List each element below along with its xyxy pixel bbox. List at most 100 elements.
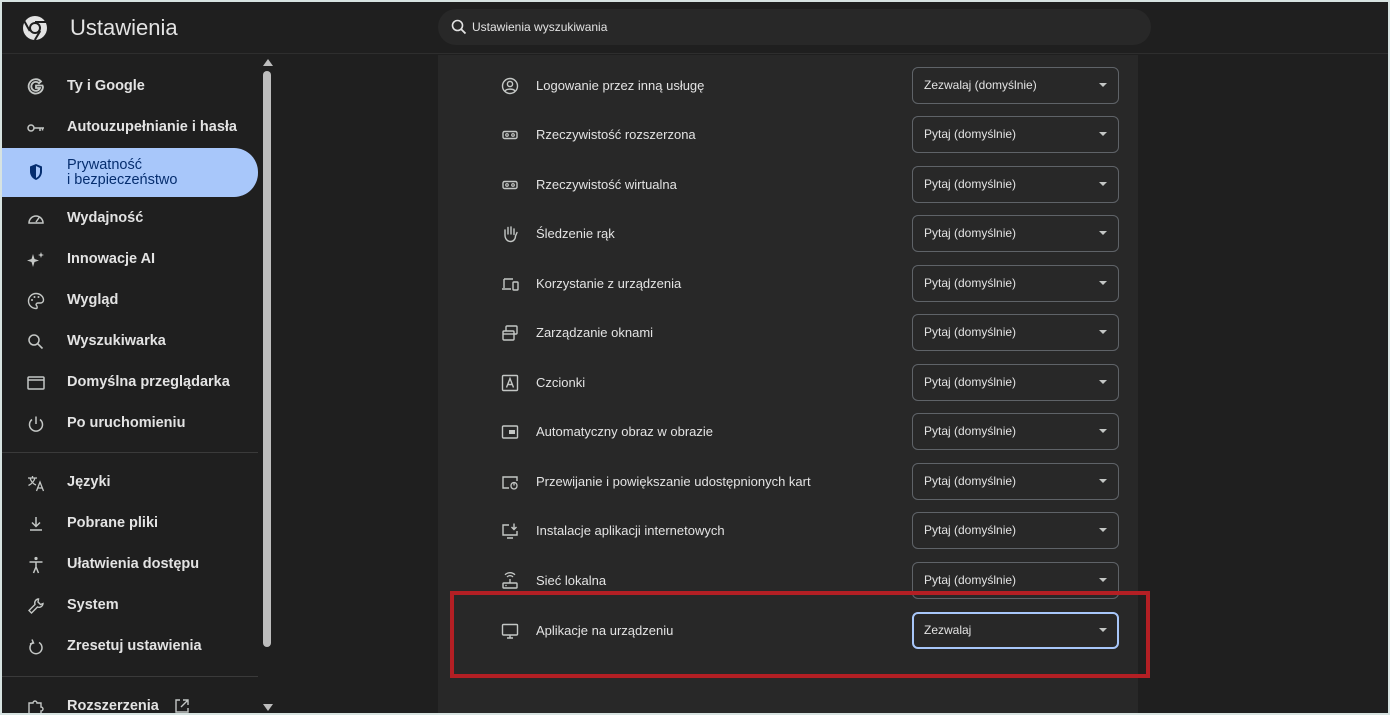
sidebar-item-performance[interactable]: Wydajność (2, 198, 258, 239)
sidebar-item-reset[interactable]: Zresetuj ustawienia (2, 626, 258, 667)
permission-select[interactable]: Pytaj (domyślnie) (912, 265, 1119, 302)
permission-select-value: Pytaj (domyślnie) (924, 177, 1017, 191)
permission-select[interactable]: Pytaj (domyślnie) (912, 314, 1119, 351)
sidebar-item-label: Autouzupełnianie i hasła (67, 119, 237, 135)
sidebar-item-privacy[interactable]: Prywatność i bezpieczeństwo (2, 148, 258, 197)
sidebar-scrollbar[interactable] (260, 55, 274, 713)
search-icon (450, 18, 468, 36)
permission-select[interactable]: Pytaj (domyślnie) (912, 166, 1119, 203)
account-circle-icon (500, 76, 520, 96)
sidebar-item-label: Ułatwienia dostępu (67, 556, 200, 572)
dropdown-arrow-icon (1099, 83, 1107, 87)
permission-select[interactable]: Pytaj (domyślnie) (912, 364, 1119, 401)
reset-icon (26, 637, 46, 657)
permission-row-virtual-reality: Rzeczywistość wirtualna Pytaj (domyślnie… (438, 160, 1138, 209)
dropdown-arrow-icon (1099, 528, 1107, 532)
dropdown-arrow-icon (1099, 429, 1107, 433)
power-icon (26, 414, 46, 434)
permission-select[interactable]: Pytaj (domyślnie) (912, 512, 1119, 549)
permission-select[interactable]: Pytaj (domyślnie) (912, 413, 1119, 450)
dropdown-arrow-icon (1099, 281, 1107, 285)
devices-icon (500, 274, 520, 294)
shield-icon (26, 162, 46, 182)
sidebar-item-extensions[interactable]: Rozszerzenia (2, 686, 258, 713)
sidebar-item-downloads[interactable]: Pobrane pliki (2, 503, 258, 544)
sidebar-item-label: Po uruchomieniu (67, 415, 186, 431)
sidebar-divider (2, 452, 258, 453)
scrollbar-thumb[interactable] (263, 71, 271, 647)
permission-label: Instalacje aplikacji internetowych (536, 523, 725, 538)
sidebar-item-default-browser[interactable]: Domyślna przeglądarka (2, 362, 258, 403)
sidebar-item-label: Języki (67, 474, 111, 490)
sidebar-item-autofill[interactable]: Autouzupełnianie i hasła (2, 107, 258, 148)
permission-row-window-management: Zarządzanie oknami Pytaj (domyślnie) (438, 308, 1138, 357)
accessibility-icon (26, 555, 46, 575)
dropdown-arrow-icon (1099, 380, 1107, 384)
permission-select[interactable]: Pytaj (domyślnie) (912, 116, 1119, 153)
permission-select-value: Pytaj (domyślnie) (924, 424, 1017, 438)
permission-select-value: Pytaj (domyślnie) (924, 474, 1017, 488)
extension-icon (26, 697, 46, 713)
google-g-icon (26, 77, 46, 97)
sidebar-item-accessibility[interactable]: Ułatwienia dostępu (2, 544, 258, 585)
permission-label: Rzeczywistość wirtualna (536, 177, 677, 192)
search-icon (26, 332, 46, 352)
settings-window: Ustawienia Ustawienia wyszukiwania Ty i … (2, 2, 1388, 713)
sidebar-item-languages[interactable]: Języki (2, 462, 258, 503)
search-placeholder: Ustawienia wyszukiwania (472, 20, 608, 34)
scroll-down-arrow-icon[interactable] (263, 704, 273, 711)
permission-row-hand-tracking: Śledzenie rąk Pytaj (domyślnie) (438, 209, 1138, 258)
sidebar-item-label: Zresetuj ustawienia (67, 638, 202, 654)
extensions-label: Rozszerzenia (67, 698, 159, 713)
permission-select-value: Pytaj (domyślnie) (924, 325, 1017, 339)
sidebar-item-label: Prywatność i bezpieczeństwo (67, 158, 177, 188)
dropdown-arrow-icon (1099, 231, 1107, 235)
translate-icon (26, 473, 46, 493)
permission-row-picture-in-picture: Automatyczny obraz w obrazie Pytaj (domy… (438, 407, 1138, 456)
sidebar-item-label: Domyślna przeglądarka (67, 374, 230, 390)
permission-label: Śledzenie rąk (536, 226, 615, 241)
browser-window-icon (26, 373, 46, 393)
permission-select[interactable]: Pytaj (domyślnie) (912, 215, 1119, 252)
wrench-icon (26, 596, 46, 616)
search-input[interactable]: Ustawienia wyszukiwania (438, 9, 1151, 45)
picture-in-picture-icon (500, 422, 520, 442)
sidebar-item-ai[interactable]: Innowacje AI (2, 239, 258, 280)
top-bar: Ustawienia Ustawienia wyszukiwania (2, 2, 1388, 54)
sidebar-item-label: Ty i Google (67, 78, 145, 94)
sidebar-item-system[interactable]: System (2, 585, 258, 626)
permission-select-value: Pytaj (domyślnie) (924, 127, 1017, 141)
sidebar-item-label-line1: Prywatność (67, 157, 142, 173)
window-management-icon (500, 323, 520, 343)
sidebar-item-label: Innowacje AI (67, 251, 156, 267)
key-icon (26, 118, 46, 138)
router-icon (500, 571, 520, 591)
dropdown-arrow-icon (1099, 578, 1107, 582)
permission-row-device-use: Korzystanie z urządzenia Pytaj (domyślni… (438, 259, 1138, 308)
permission-select-value: Pytaj (domyślnie) (924, 226, 1017, 240)
sidebar-item-you-and-google[interactable]: Ty i Google (2, 66, 258, 107)
sidebar-item-appearance[interactable]: Wygląd (2, 280, 258, 321)
sidebar-divider (2, 676, 258, 677)
sidebar-item-label: Wyszukiwarka (67, 333, 166, 349)
sidebar-item-label: Wygląd (67, 292, 119, 308)
permission-row-fonts: Czcionki Pytaj (domyślnie) (438, 358, 1138, 407)
palette-icon (26, 291, 46, 311)
sidebar-item-label-line2: i bezpieczeństwo (67, 172, 178, 188)
dropdown-arrow-icon (1099, 479, 1107, 483)
permission-row-federated-login: Logowanie przez inną usługę Zezwalaj (do… (438, 61, 1138, 110)
permission-select[interactable]: Pytaj (domyślnie) (912, 463, 1119, 500)
sidebar-item-search-engine[interactable]: Wyszukiwarka (2, 321, 258, 362)
permission-row-augmented-reality: Rzeczywistość rozszerzona Pytaj (domyśln… (438, 110, 1138, 159)
permission-row-shared-tabs: Przewijanie i powiększanie udostępnionyc… (438, 457, 1138, 506)
permission-label: Korzystanie z urządzenia (536, 276, 682, 291)
permission-select[interactable]: Zezwalaj (domyślnie) (912, 67, 1119, 104)
sidebar: Ty i Google Autouzupełnianie i hasła Pry… (2, 55, 274, 713)
font-icon (500, 373, 520, 393)
sidebar-item-on-startup[interactable]: Po uruchomieniu (2, 403, 258, 444)
vr-headset-icon (500, 175, 520, 195)
vr-headset-icon (500, 125, 520, 145)
chrome-logo-icon (22, 15, 48, 41)
scroll-up-arrow-icon[interactable] (263, 59, 273, 66)
dropdown-arrow-icon (1099, 182, 1107, 186)
